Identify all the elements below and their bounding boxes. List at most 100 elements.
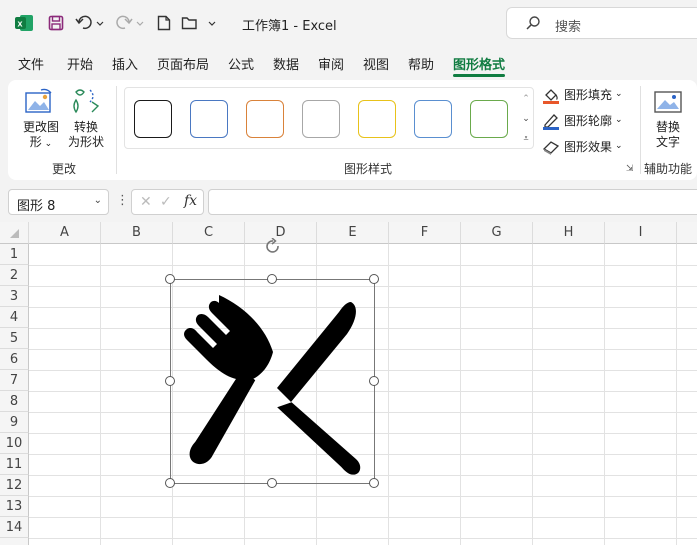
row-header-3[interactable]: 3 bbox=[0, 286, 29, 307]
gallery-more-icon[interactable]: ⩡ bbox=[519, 130, 533, 148]
shape-effects-button[interactable]: 图形效果 ⌄ bbox=[542, 137, 623, 155]
save-icon[interactable] bbox=[45, 12, 67, 34]
style-swatch-3[interactable] bbox=[246, 100, 284, 138]
change-graphic-button[interactable]: 更改图 形 ⌄ bbox=[20, 120, 62, 152]
chevron-down-icon: ⌄ bbox=[41, 139, 53, 149]
tab-page-layout[interactable]: 页面布局 bbox=[157, 54, 209, 73]
row-header-12[interactable]: 12 bbox=[0, 475, 29, 496]
fork-knife-icon bbox=[171, 280, 375, 487]
svg-text:x: x bbox=[18, 19, 23, 29]
column-header-partial[interactable] bbox=[677, 222, 697, 244]
shape-effects-label: 图形效果 bbox=[564, 139, 613, 154]
row-header-4[interactable]: 4 bbox=[0, 307, 29, 328]
name-box-value: 图形 8 bbox=[17, 199, 56, 214]
row-header-9[interactable]: 9 bbox=[0, 412, 29, 433]
title-bar: x 工作簿1 - Excel 搜索 bbox=[0, 0, 697, 46]
search-placeholder: 搜索 bbox=[555, 20, 582, 35]
row-header-2[interactable]: 2 bbox=[0, 265, 29, 286]
name-box[interactable]: 图形 8 ⌄ bbox=[8, 189, 109, 215]
convert-to-shape-icon bbox=[70, 86, 102, 119]
convert-label-1: 转换 bbox=[73, 120, 98, 134]
document-title: 工作簿1 - Excel bbox=[242, 19, 337, 34]
column-header-h[interactable]: H bbox=[533, 222, 605, 244]
row-header-11[interactable]: 11 bbox=[0, 454, 29, 475]
tab-view[interactable]: 视图 bbox=[363, 54, 389, 73]
group-divider bbox=[640, 86, 641, 174]
insert-function-button[interactable]: fx bbox=[184, 193, 197, 209]
alt-text-label-2: 文字 bbox=[655, 135, 680, 149]
style-swatch-2[interactable] bbox=[190, 100, 228, 138]
tab-formulas[interactable]: 公式 bbox=[228, 54, 254, 73]
column-header-a[interactable]: A bbox=[29, 222, 101, 244]
row-header-10[interactable]: 10 bbox=[0, 433, 29, 454]
gallery-scroll-down-icon[interactable]: ⌄ bbox=[519, 110, 533, 128]
excel-logo-icon: x bbox=[13, 12, 35, 34]
shape-fill-button[interactable]: 图形填充 ⌄ bbox=[542, 85, 623, 104]
alt-text-icon bbox=[653, 88, 683, 119]
tab-file[interactable]: 文件 bbox=[18, 54, 44, 73]
tab-insert[interactable]: 插入 bbox=[112, 54, 138, 73]
search-box[interactable]: 搜索 bbox=[506, 7, 697, 39]
chevron-down-icon: ⌄ bbox=[615, 141, 623, 151]
paint-bucket-icon bbox=[542, 86, 560, 104]
column-header-i[interactable]: I bbox=[605, 222, 677, 244]
tab-home[interactable]: 开始 bbox=[67, 54, 93, 73]
column-header-g[interactable]: G bbox=[461, 222, 533, 244]
tab-review[interactable]: 审阅 bbox=[318, 54, 344, 73]
group-change-label: 更改 bbox=[52, 162, 77, 176]
active-tab-indicator bbox=[453, 74, 505, 77]
open-folder-icon[interactable] bbox=[180, 12, 218, 34]
formula-input[interactable] bbox=[208, 189, 697, 215]
change-graphic-label-2: 形 bbox=[29, 135, 42, 149]
style-swatch-7[interactable] bbox=[470, 100, 508, 138]
select-all-corner[interactable] bbox=[0, 222, 29, 244]
new-file-icon[interactable] bbox=[154, 12, 174, 34]
style-swatch-1[interactable] bbox=[134, 100, 172, 138]
style-swatch-6[interactable] bbox=[414, 100, 452, 138]
change-graphic-icon bbox=[24, 88, 54, 119]
row-header-8[interactable]: 8 bbox=[0, 391, 29, 412]
group-styles-label: 图形样式 bbox=[344, 162, 393, 176]
group-accessibility-label: 辅助功能 bbox=[644, 162, 693, 176]
change-graphic-label-1: 更改图 bbox=[22, 120, 59, 134]
dialog-launcher-icon[interactable]: ⇲ bbox=[626, 164, 634, 174]
ribbon-panel: 更改图 形 ⌄ 转换 为形状 更改 ⌃ ⌄ ⩡ 图形填充 ⌄ 图形轮廓 ⌄ 图形… bbox=[8, 80, 697, 180]
convert-to-shape-button[interactable]: 转换 为形状 bbox=[64, 120, 108, 150]
gallery-scroll-up-icon[interactable]: ⌃ bbox=[519, 90, 533, 108]
column-header-c[interactable]: C bbox=[173, 222, 245, 244]
chevron-down-icon: ⌄ bbox=[615, 115, 623, 125]
group-divider bbox=[116, 86, 117, 174]
column-header-e[interactable]: E bbox=[317, 222, 389, 244]
row-header-7[interactable]: 7 bbox=[0, 370, 29, 391]
row-header-14[interactable]: 14 bbox=[0, 517, 29, 538]
effects-icon bbox=[542, 138, 560, 155]
tab-data[interactable]: 数据 bbox=[273, 54, 299, 73]
row-header-6[interactable]: 6 bbox=[0, 349, 29, 370]
undo-icon[interactable] bbox=[74, 12, 106, 34]
style-swatch-4[interactable] bbox=[302, 100, 340, 138]
redo-icon[interactable] bbox=[114, 12, 146, 34]
formula-controls: ✕ ✓ fx bbox=[131, 189, 204, 215]
tab-help[interactable]: 帮助 bbox=[408, 54, 434, 73]
rotate-handle-icon[interactable] bbox=[264, 237, 282, 259]
alt-text-button[interactable]: 替换 文字 bbox=[648, 120, 688, 150]
more-options-icon[interactable]: ⋮ bbox=[116, 193, 129, 208]
row-header-5[interactable]: 5 bbox=[0, 328, 29, 349]
row-header-partial[interactable] bbox=[0, 538, 29, 545]
style-swatch-5[interactable] bbox=[358, 100, 396, 138]
column-header-b[interactable]: B bbox=[101, 222, 173, 244]
chevron-down-icon: ⌄ bbox=[615, 89, 623, 99]
ribbon-tabs: 文件 开始 插入 页面布局 公式 数据 审阅 视图 帮助 图形格式 bbox=[0, 50, 697, 76]
shape-outline-button[interactable]: 图形轮廓 ⌄ bbox=[542, 111, 623, 130]
row-header-1[interactable]: 1 bbox=[0, 244, 29, 265]
column-header-f[interactable]: F bbox=[389, 222, 461, 244]
shape-fill-label: 图形填充 bbox=[564, 87, 613, 102]
chevron-down-icon: ⌄ bbox=[93, 195, 102, 206]
cancel-icon[interactable]: ✕ bbox=[140, 194, 152, 210]
pen-outline-icon bbox=[542, 112, 560, 130]
enter-icon[interactable]: ✓ bbox=[160, 194, 172, 210]
tab-shape-format[interactable]: 图形格式 bbox=[453, 54, 505, 73]
convert-label-2: 为形状 bbox=[67, 135, 104, 149]
row-header-13[interactable]: 13 bbox=[0, 496, 29, 517]
alt-text-label-1: 替换 bbox=[655, 120, 680, 134]
